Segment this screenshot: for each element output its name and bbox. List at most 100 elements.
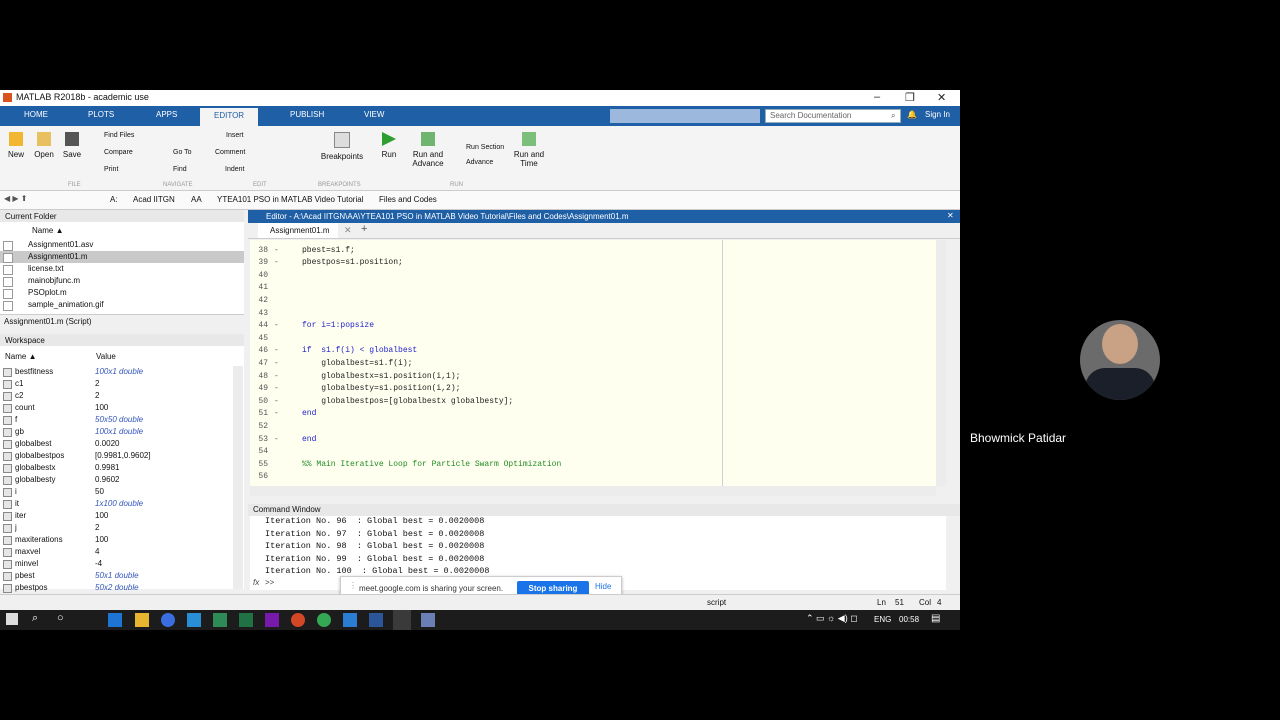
breakpoints-button[interactable]: Breakpoints — [320, 132, 364, 161]
workspace-scrollbar[interactable] — [233, 366, 243, 589]
folder-name-column[interactable]: Name ▲ — [32, 226, 63, 235]
matlab-taskbar-icon[interactable] — [393, 610, 411, 630]
comment-button[interactable]: Comment — [215, 149, 245, 156]
code-line[interactable]: 38- pbest=s1.f; — [250, 245, 720, 258]
restore-icon[interactable]: ❐ — [905, 91, 915, 104]
powerpoint-icon[interactable] — [291, 613, 305, 627]
code-line[interactable]: 40 — [250, 270, 720, 283]
workspace-variable-row[interactable]: it 1x100 double — [0, 498, 232, 510]
run-button[interactable]: Run — [378, 132, 400, 159]
edge-icon[interactable] — [187, 613, 201, 627]
workspace-variable-row[interactable]: f 50x50 double — [0, 414, 232, 426]
file-item[interactable]: Assignment01.asv — [0, 239, 244, 251]
drag-handle-icon[interactable]: ⋮ — [349, 581, 357, 590]
indent-button[interactable]: Indent — [225, 166, 244, 173]
workspace-value-column[interactable]: Value — [96, 352, 116, 361]
tab-editor[interactable]: EDITOR — [200, 108, 259, 126]
close-icon[interactable]: ✕ — [937, 91, 946, 104]
workspace-variable-row[interactable]: i 50 — [0, 486, 232, 498]
code-lines[interactable]: 3738-pbest=s1.f;39-pbestpos=s1.position;… — [250, 240, 720, 486]
tab-home[interactable]: HOME — [24, 110, 48, 119]
workspace-variable-row[interactable]: pbestpos 50x2 double — [0, 582, 232, 594]
code-line[interactable]: 43 — [250, 308, 720, 321]
find-button[interactable]: Find — [173, 166, 187, 173]
workspace-variable-row[interactable]: gb 100x1 double — [0, 426, 232, 438]
code-line[interactable]: 46- if s1.f(i) < globalbest — [250, 345, 720, 358]
workspace-variable-row[interactable]: j2 — [0, 522, 232, 534]
address-part-acad[interactable]: Acad IITGN — [133, 195, 175, 204]
vscode-icon[interactable] — [343, 613, 357, 627]
open-button[interactable]: Open — [33, 132, 55, 159]
clock[interactable]: 00:58 — [899, 615, 919, 624]
advance-button[interactable]: Advance — [466, 159, 493, 166]
address-part-aa[interactable]: AA — [191, 195, 202, 204]
tab-close-icon[interactable]: ✕ — [344, 225, 352, 236]
file-item[interactable]: mainobjfunc.m — [0, 275, 244, 287]
go-to-button[interactable]: Go To — [173, 149, 192, 156]
chrome-icon[interactable] — [317, 613, 331, 627]
workspace-variable-row[interactable]: globalbestx 0.9981 — [0, 462, 232, 474]
code-line[interactable]: 51- end — [250, 408, 720, 421]
save-button[interactable]: Save — [61, 132, 83, 159]
workspace-variable-row[interactable]: globalbest 0.0020 — [0, 438, 232, 450]
code-line[interactable]: 45 — [250, 333, 720, 346]
code-line[interactable]: 53- end — [250, 434, 720, 447]
find-files-button[interactable]: Find Files — [104, 132, 134, 139]
run-and-advance-button[interactable]: Run and Advance — [410, 132, 446, 168]
notifications-icon[interactable]: ▤ — [931, 613, 940, 624]
command-prompt[interactable]: >> — [265, 578, 274, 587]
snip-icon[interactable] — [421, 613, 435, 627]
search-documentation-input[interactable]: Search Documentation — [765, 109, 901, 123]
code-line[interactable]: 48- globalbestx=s1.position(i,1); — [250, 371, 720, 384]
code-line[interactable]: 54 — [250, 446, 720, 459]
onenote-icon[interactable] — [265, 613, 279, 627]
workspace-variable-row[interactable]: count 100 — [0, 402, 232, 414]
sign-in-link[interactable]: Sign In — [925, 110, 950, 119]
editor-vertical-scrollbar[interactable] — [936, 240, 946, 486]
quick-access-toolbar[interactable] — [610, 109, 760, 123]
code-line[interactable]: 44- for i=1:popsize — [250, 320, 720, 333]
project-icon[interactable] — [213, 613, 227, 627]
tab-plots[interactable]: PLOTS — [88, 110, 114, 119]
address-part-ytea[interactable]: YTEA101 PSO in MATLAB Video Tutorial — [217, 195, 363, 204]
outlook-icon[interactable] — [108, 613, 122, 627]
print-button[interactable]: Print — [104, 166, 118, 173]
bell-icon[interactable]: 🔔 — [907, 110, 917, 119]
code-line[interactable]: 56 — [250, 471, 720, 484]
tab-apps[interactable]: APPS — [156, 110, 177, 119]
tray-icons[interactable]: ⌃ ▭ ☼ ◀) ◻ — [806, 613, 858, 624]
word-icon[interactable] — [369, 613, 383, 627]
file-item[interactable]: PSOplot.m — [0, 287, 244, 299]
file-item[interactable]: license.txt — [0, 263, 244, 275]
windows-start-icon[interactable] — [6, 613, 18, 625]
workspace-variable-row[interactable]: maxvel 4 — [0, 546, 232, 558]
cortana-icon[interactable]: ○ — [57, 612, 64, 624]
code-editor[interactable]: 3738-pbest=s1.f;39-pbestpos=s1.position;… — [250, 240, 936, 486]
workspace-variable-row[interactable]: maxiterations 100 — [0, 534, 232, 546]
code-line[interactable]: 39- pbestpos=s1.position; — [250, 257, 720, 270]
address-part-drive[interactable]: A: — [110, 195, 118, 204]
file-item[interactable]: sample_animation.gif — [0, 299, 244, 311]
minimize-icon[interactable]: – — [874, 91, 880, 103]
code-line[interactable]: 41 — [250, 282, 720, 295]
editor-file-tab[interactable]: Assignment01.m — [258, 223, 338, 238]
workspace-variable-row[interactable]: bestfitness 100x1 double — [0, 366, 232, 378]
workspace-variable-row[interactable]: minvel -4 — [0, 558, 232, 570]
workspace-variable-row[interactable]: c1 2 — [0, 378, 232, 390]
code-line[interactable]: 52 — [250, 421, 720, 434]
code-line[interactable]: 55 %% Main Iterative Loop for Particle Sw… — [250, 459, 720, 472]
app-icon[interactable] — [161, 613, 175, 627]
tab-publish[interactable]: PUBLISH — [290, 110, 324, 119]
run-section-button[interactable]: Run Section — [466, 144, 504, 151]
language-indicator[interactable]: ENG — [874, 615, 891, 624]
workspace-variable-row[interactable]: c2 2 — [0, 390, 232, 402]
editor-close-icon[interactable]: ✕ — [947, 211, 954, 220]
code-line[interactable]: 47- globalbest=s1.f(i); — [250, 358, 720, 371]
code-line[interactable]: 42 — [250, 295, 720, 308]
excel-icon[interactable] — [239, 613, 253, 627]
file-item[interactable]: Assignment01.m — [0, 251, 244, 263]
code-line[interactable]: 50- globalbestpos=[globalbestx globalbes… — [250, 396, 720, 409]
workspace-variable-row[interactable]: iter 100 — [0, 510, 232, 522]
new-button[interactable]: New — [6, 132, 26, 159]
nav-arrows-icon[interactable]: ◀ ▶ ⬆ — [4, 194, 27, 203]
